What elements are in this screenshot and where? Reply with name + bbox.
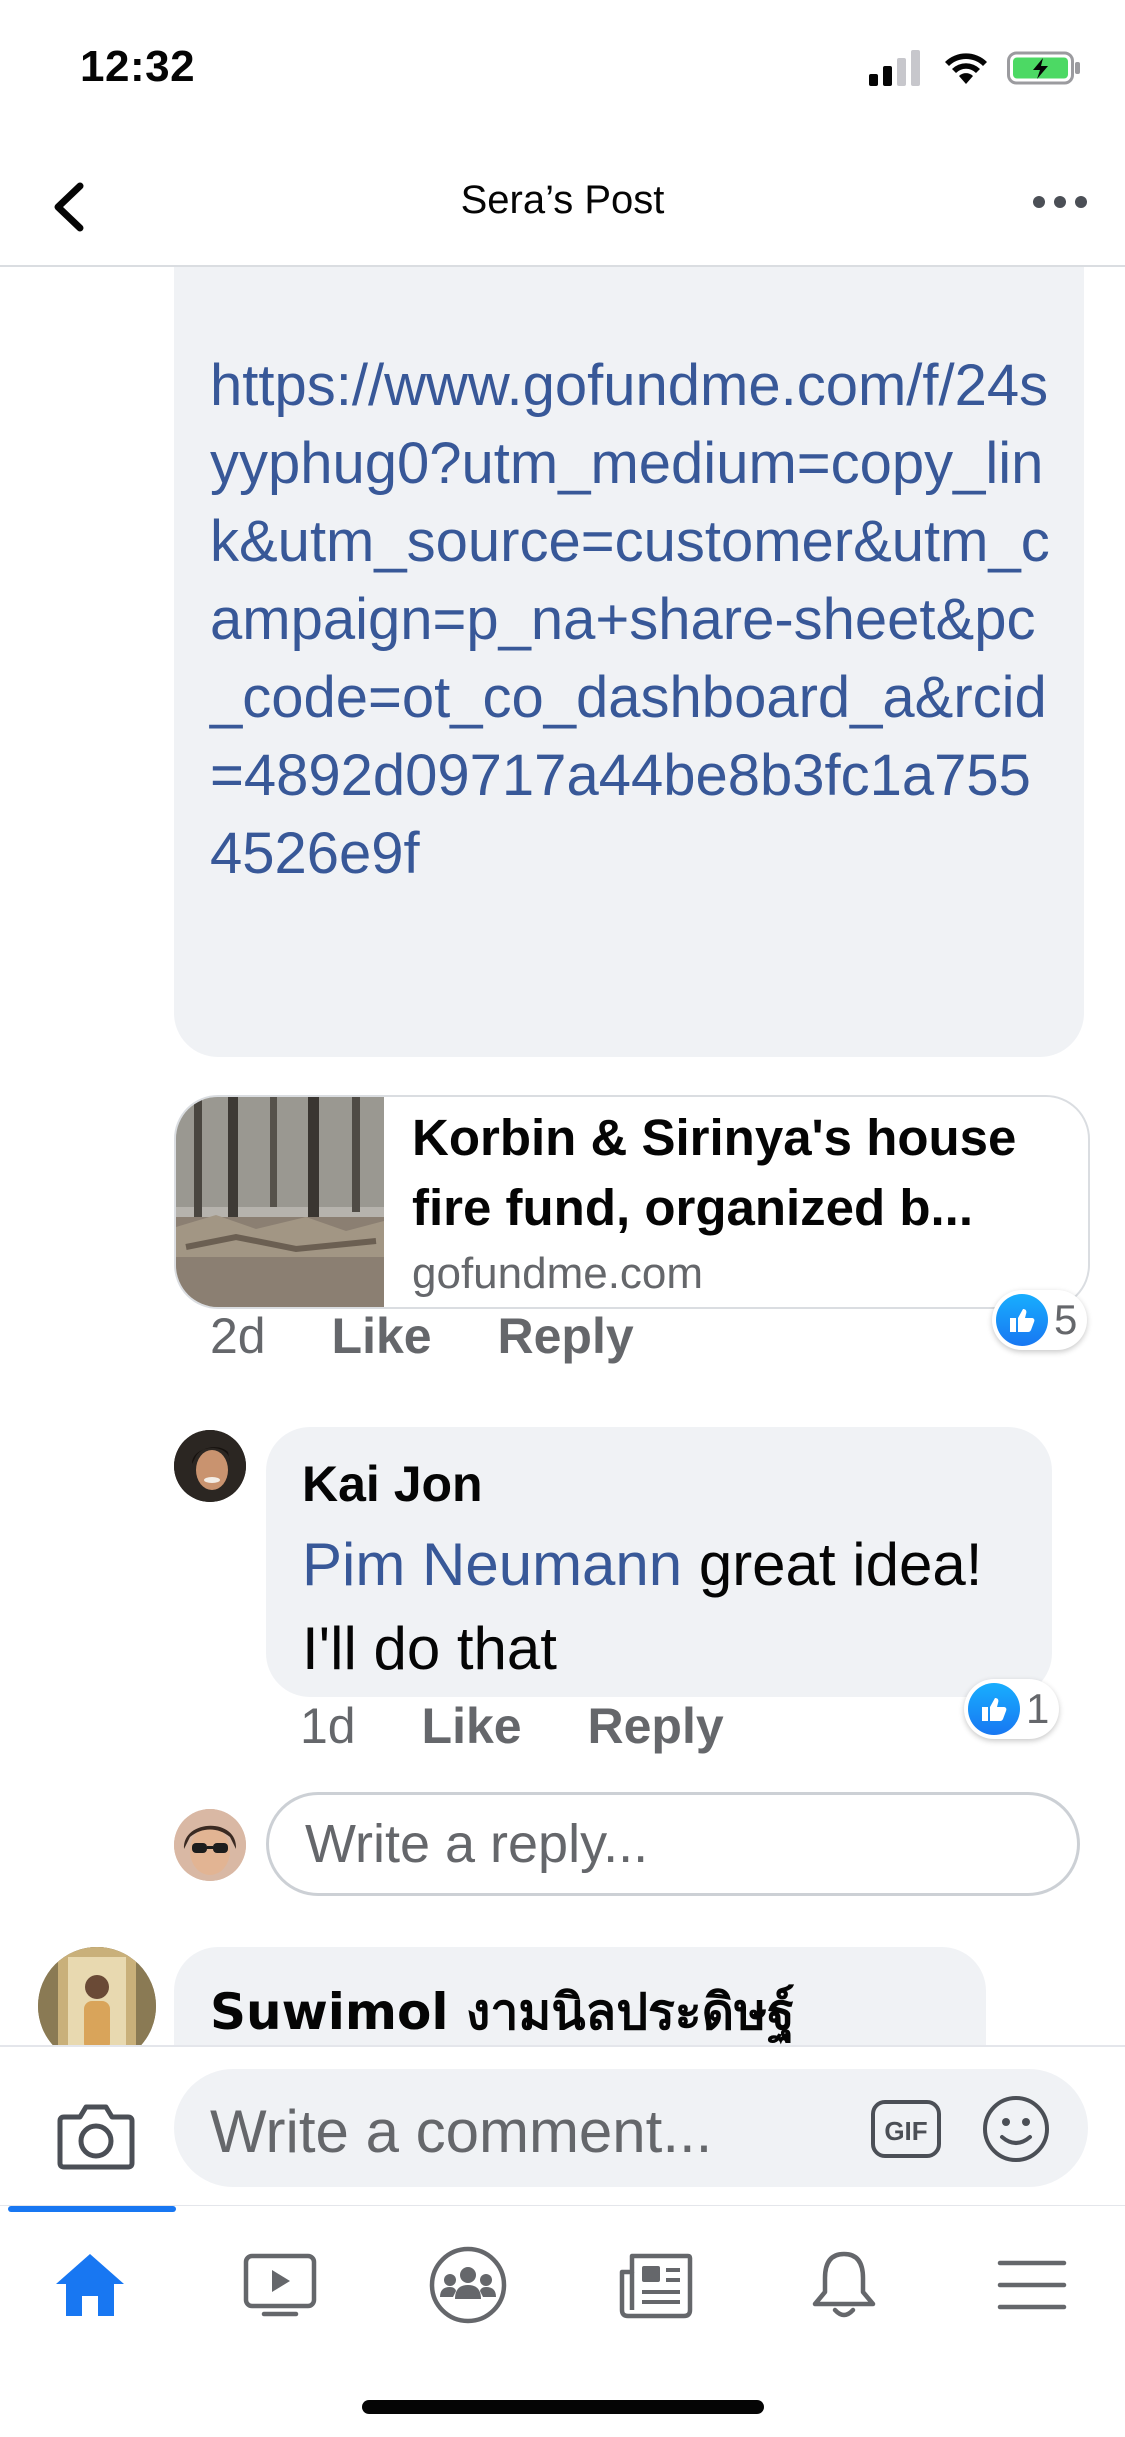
- link-preview-card[interactable]: Korbin & Sirinya's house fire fund, orga…: [174, 1095, 1090, 1309]
- reaction-count: 5: [1054, 1296, 1078, 1343]
- gif-button[interactable]: GIF: [870, 2099, 942, 2159]
- tab-groups[interactable]: [408, 2240, 528, 2330]
- emoji-button[interactable]: [980, 2093, 1052, 2165]
- comment-link[interactable]: https://www.gofundme.com/f/24syyphug0?ut…: [210, 347, 1060, 893]
- comment-text: Pim Neumann great idea! I'll do that: [302, 1523, 1042, 1691]
- comments-feed[interactable]: https://www.gofundme.com/f/24syyphug0?ut…: [0, 267, 1125, 2045]
- reply-button[interactable]: Reply: [498, 1308, 634, 1364]
- menu-icon: [997, 2260, 1067, 2310]
- groups-icon: [429, 2246, 507, 2324]
- mention-link[interactable]: Pim Neumann: [302, 1531, 682, 1598]
- bell-icon: [812, 2251, 876, 2318]
- camera-button[interactable]: [56, 2099, 136, 2171]
- camera-icon: [57, 2104, 135, 2170]
- avatar[interactable]: [38, 1947, 156, 2045]
- svg-text:GIF: GIF: [884, 2116, 927, 2146]
- tab-menu[interactable]: [972, 2240, 1092, 2330]
- reaction-count-badge[interactable]: 1: [964, 1679, 1060, 1739]
- active-tab-indicator: [8, 2206, 176, 2212]
- signal-icon: [869, 50, 920, 86]
- home-indicator: [362, 2400, 764, 2414]
- comment-actions: 2d Like Reply: [210, 1307, 686, 1365]
- smiley-icon: [983, 2096, 1049, 2162]
- reply-bubble: Kai Jon Pim Neumann great idea! I'll do …: [266, 1427, 1052, 1697]
- more-options-button[interactable]: [1025, 174, 1095, 234]
- reply-time: 1d: [300, 1698, 356, 1754]
- comment-input[interactable]: Write a comment... GIF: [174, 2069, 1088, 2187]
- tab-notifications[interactable]: [784, 2240, 904, 2330]
- reply-button[interactable]: Reply: [588, 1698, 724, 1754]
- home-icon: [56, 2254, 124, 2316]
- battery-icon: [1007, 51, 1080, 85]
- comment-author[interactable]: Suwimol งามนิลประดิษฐ์: [210, 1973, 795, 2045]
- comment-bubble: Suwimol งามนิลประดิษฐ์: [174, 1947, 986, 2045]
- reaction-count: 1: [1026, 1685, 1050, 1732]
- reply-actions: 1d Like Reply: [300, 1697, 776, 1755]
- news-icon: [619, 2253, 693, 2319]
- preview-domain: gofundme.com: [412, 1249, 704, 1298]
- page-title: Sera’s Post: [460, 178, 665, 222]
- reaction-count-badge[interactable]: 5: [992, 1290, 1088, 1350]
- comment-author[interactable]: Kai Jon: [302, 1455, 483, 1513]
- watch-icon: [243, 2253, 317, 2317]
- comment-placeholder: Write a comment...: [210, 2098, 713, 2165]
- like-button[interactable]: Like: [332, 1308, 432, 1364]
- more-icon: [1033, 196, 1087, 208]
- status-time: 12:32: [80, 42, 196, 91]
- tab-watch[interactable]: [220, 2240, 340, 2330]
- reply-input[interactable]: Write a reply...: [266, 1792, 1080, 1896]
- comment-composer: Write a comment... GIF: [0, 2045, 1125, 2207]
- post-header: Sera’s Post: [0, 150, 1125, 267]
- preview-title[interactable]: Korbin & Sirinya's house fire fund, orga…: [412, 1103, 1072, 1243]
- thumbs-up-icon: [996, 1294, 1048, 1346]
- avatar[interactable]: [174, 1430, 246, 1502]
- wifi-icon: [945, 53, 987, 84]
- status-icons: [869, 48, 1081, 88]
- comment-time: 2d: [210, 1308, 266, 1364]
- tab-news[interactable]: [596, 2240, 716, 2330]
- thumbs-up-icon: [968, 1683, 1020, 1735]
- comment-bubble: https://www.gofundme.com/f/24syyphug0?ut…: [174, 267, 1084, 1057]
- gif-icon: GIF: [871, 2100, 941, 2158]
- like-button[interactable]: Like: [422, 1698, 522, 1754]
- avatar: [174, 1809, 246, 1881]
- preview-thumbnail: [176, 1097, 384, 1307]
- tab-home[interactable]: [30, 2240, 150, 2330]
